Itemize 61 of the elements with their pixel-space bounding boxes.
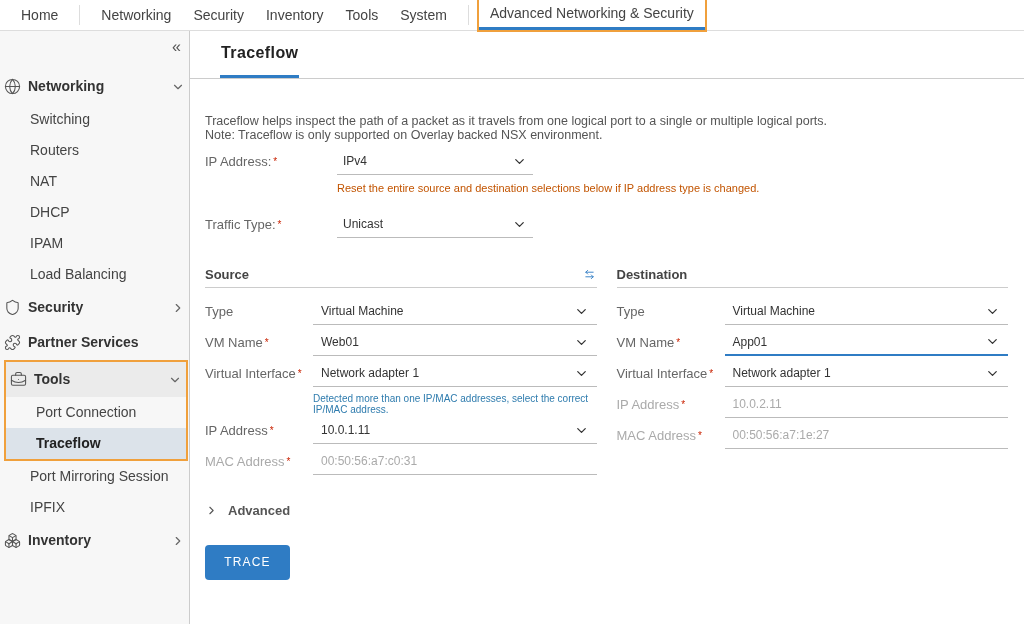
section-title: Source bbox=[205, 265, 250, 284]
field-label: IP Address* bbox=[616, 397, 687, 412]
sidebar-item[interactable]: Traceflow bbox=[6, 428, 186, 459]
advanced-toggle[interactable]: Advanced bbox=[205, 501, 291, 521]
field-label: VM Name* bbox=[205, 335, 270, 350]
field-label: IP Address:* bbox=[205, 154, 279, 169]
sidebar-group[interactable]: Networking bbox=[0, 69, 189, 104]
sidebar-item[interactable]: IPAM bbox=[0, 228, 189, 259]
sidebar-item[interactable]: Switching bbox=[0, 104, 189, 135]
nav-tab[interactable]: Tools bbox=[334, 0, 390, 30]
page-tab[interactable]: Traceflow bbox=[220, 41, 300, 78]
sidebar-item[interactable]: Load Balancing bbox=[0, 259, 189, 290]
field-label: VM Name* bbox=[616, 335, 682, 350]
readonly-field: 00:50:56:a7:1e:27 bbox=[724, 422, 1008, 449]
nav-tab[interactable]: Security bbox=[182, 0, 255, 30]
sidebar-item[interactable]: Port Mirroring Session bbox=[0, 461, 189, 492]
nav-tab[interactable]: Home bbox=[10, 0, 70, 30]
nav-tab[interactable]: Networking bbox=[90, 0, 183, 30]
shield-icon bbox=[4, 299, 21, 316]
field-label: Type bbox=[616, 304, 646, 319]
dropdown-field[interactable]: Virtual Machine bbox=[313, 298, 597, 325]
nav-tab[interactable]: Advanced Networking & Security bbox=[478, 0, 705, 30]
swap-icon[interactable] bbox=[583, 269, 595, 280]
sidebar-item[interactable]: NAT bbox=[0, 166, 189, 197]
sidebar-group[interactable]: Inventory bbox=[0, 523, 189, 558]
globe-icon bbox=[4, 78, 21, 95]
nav-tab[interactable]: System bbox=[389, 0, 458, 30]
dropdown-field[interactable]: App01 bbox=[724, 329, 1008, 356]
intro-text: Traceflow helps inspect the path of a packet as it travels from one logical port to a single or multiple logical ports. Note: Traceflow is only supported on Overlay backed NSX environment. bbox=[205, 114, 829, 142]
dropdown-field[interactable]: 10.0.1.11 bbox=[313, 417, 597, 444]
sidebar-item[interactable]: DHCP bbox=[0, 197, 189, 228]
field-label: Type bbox=[205, 304, 235, 319]
sidebar-item[interactable]: Routers bbox=[0, 135, 189, 166]
sidebar-group[interactable]: Tools bbox=[6, 362, 186, 397]
dropdown-field[interactable]: Virtual Machine bbox=[724, 298, 1008, 325]
briefcase-icon bbox=[10, 371, 27, 388]
warning-text: Reset the entire source and destination selections below if IP address type is changed. bbox=[337, 182, 760, 195]
field-label: Traffic Type:* bbox=[205, 217, 283, 232]
boxes-icon bbox=[4, 532, 21, 549]
dropdown-field[interactable]: IPv4 bbox=[337, 148, 533, 175]
readonly-field: 10.0.2.11 bbox=[724, 391, 1008, 418]
dropdown-field[interactable]: Network adapter 1 bbox=[724, 360, 1008, 387]
field-label: Virtual Interface* bbox=[205, 366, 303, 381]
collapse-button[interactable]: « bbox=[172, 39, 181, 55]
trace-button[interactable]: TRACE bbox=[205, 544, 290, 580]
sidebar-item[interactable]: Port Connection bbox=[6, 397, 186, 428]
sidebar-group[interactable]: Partner Services bbox=[0, 325, 189, 360]
section-title: Destination bbox=[616, 265, 688, 284]
puzzle-icon bbox=[4, 334, 21, 351]
dropdown-field[interactable]: Unicast bbox=[337, 211, 533, 238]
sidebar-item[interactable]: IPFIX bbox=[0, 492, 189, 523]
field-label: Virtual Interface* bbox=[616, 366, 715, 381]
field-label: MAC Address* bbox=[205, 454, 292, 469]
field-label: IP Address* bbox=[205, 423, 275, 438]
sidebar-group[interactable]: Security bbox=[0, 290, 189, 325]
hint-text: Detected more than one IP/MAC addresses, select the correct IP/MAC address. bbox=[313, 393, 590, 415]
dropdown-field[interactable]: Network adapter 1 bbox=[313, 360, 597, 387]
field-label: MAC Address* bbox=[616, 428, 703, 443]
dropdown-field[interactable]: Web01 bbox=[313, 329, 597, 356]
nav-tab[interactable]: Inventory bbox=[254, 0, 335, 30]
readonly-field: 00:50:56:a7:c0:31 bbox=[313, 448, 597, 475]
